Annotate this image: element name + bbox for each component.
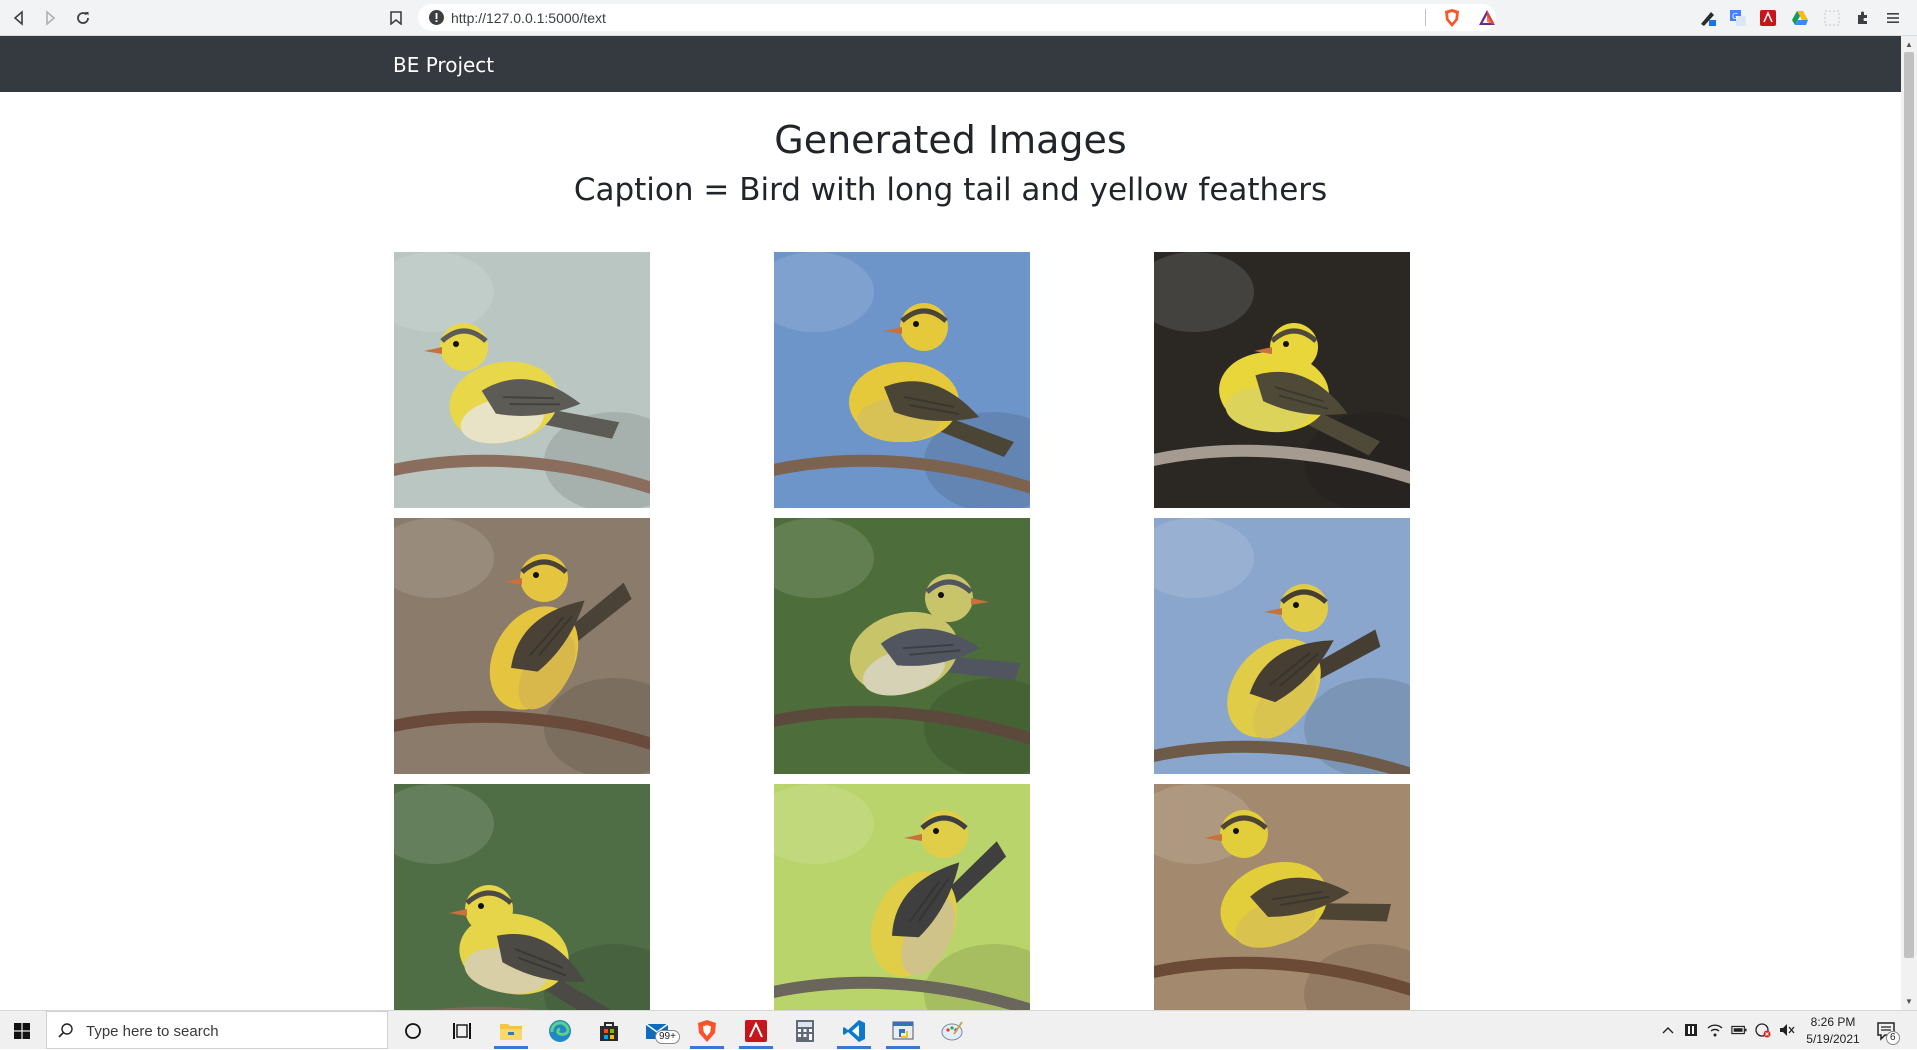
taskbar: Type here to search 99+ 8:26 PM 5/19/202… [0, 1010, 1917, 1049]
page-scrollbar[interactable]: ▲ ▼ [1901, 36, 1917, 1010]
generated-bird-8-picture [774, 784, 1030, 1010]
generated-image-1 [394, 252, 650, 508]
generated-bird-3-picture [1154, 252, 1410, 508]
windows-start-icon[interactable] [0, 1011, 44, 1050]
battery-icon[interactable] [1731, 1022, 1747, 1038]
antivirus-icon[interactable] [1755, 1022, 1771, 1038]
generated-bird-1-picture [394, 252, 650, 508]
clock-date[interactable]: 5/19/2021 [1800, 1032, 1866, 1046]
clock-time[interactable]: 8:26 PM [1806, 1015, 1860, 1029]
task-view-icon[interactable] [447, 1016, 477, 1046]
brave-browser-icon[interactable] [692, 1016, 722, 1046]
paint-icon[interactable] [937, 1016, 967, 1046]
taskbar-search-input[interactable]: Type here to search [46, 1011, 388, 1049]
wifi-icon[interactable] [1707, 1022, 1723, 1038]
cortana-icon[interactable] [398, 1016, 428, 1046]
search-icon [57, 1022, 75, 1040]
file-explorer-icon[interactable] [496, 1016, 526, 1046]
notification-count-badge: 6 [1886, 1031, 1900, 1045]
generated-image-2 [774, 252, 1030, 508]
generated-image-5 [774, 518, 1030, 774]
generated-bird-4-picture [394, 518, 650, 774]
caption-text: Caption = Bird with long tail and yellow… [573, 172, 1328, 208]
vscode-icon[interactable] [839, 1016, 869, 1046]
generated-bird-5-picture [774, 518, 1030, 774]
generated-bird-7-picture [394, 784, 650, 1010]
generated-image-4 [394, 518, 650, 774]
generated-image-3 [1154, 252, 1410, 508]
generated-image-9 [1154, 784, 1410, 1010]
show-hidden-icons[interactable] [1660, 1022, 1676, 1038]
generated-image-7 [394, 784, 650, 1010]
calculator-icon[interactable] [790, 1016, 820, 1046]
scrollbar-thumb[interactable] [1904, 52, 1914, 958]
scroll-up-icon[interactable]: ▲ [1904, 39, 1914, 49]
scroll-down-icon[interactable]: ▼ [1904, 996, 1914, 1006]
mail-badge: 99+ [655, 1030, 680, 1044]
page-viewport: BE Project Generated Images Caption = Bi… [0, 0, 1901, 1010]
page-title: Generated Images [774, 118, 1127, 162]
generated-bird-2-picture [774, 252, 1030, 508]
generated-bird-6-picture [1154, 518, 1410, 774]
edge-icon[interactable] [545, 1016, 575, 1046]
generated-bird-9-picture [1154, 784, 1410, 1010]
navbar-brand[interactable]: BE Project [393, 53, 494, 77]
acrobat-icon[interactable] [741, 1016, 771, 1046]
navbar: BE Project [0, 36, 1901, 92]
store-icon[interactable] [594, 1016, 624, 1046]
generated-image-8 [774, 784, 1030, 1010]
tray-app-icon[interactable] [1683, 1022, 1699, 1038]
volume-muted-icon[interactable] [1779, 1022, 1795, 1038]
generated-image-6 [1154, 518, 1410, 774]
python-idle-icon[interactable] [888, 1016, 918, 1046]
search-placeholder: Type here to search [86, 1023, 219, 1040]
